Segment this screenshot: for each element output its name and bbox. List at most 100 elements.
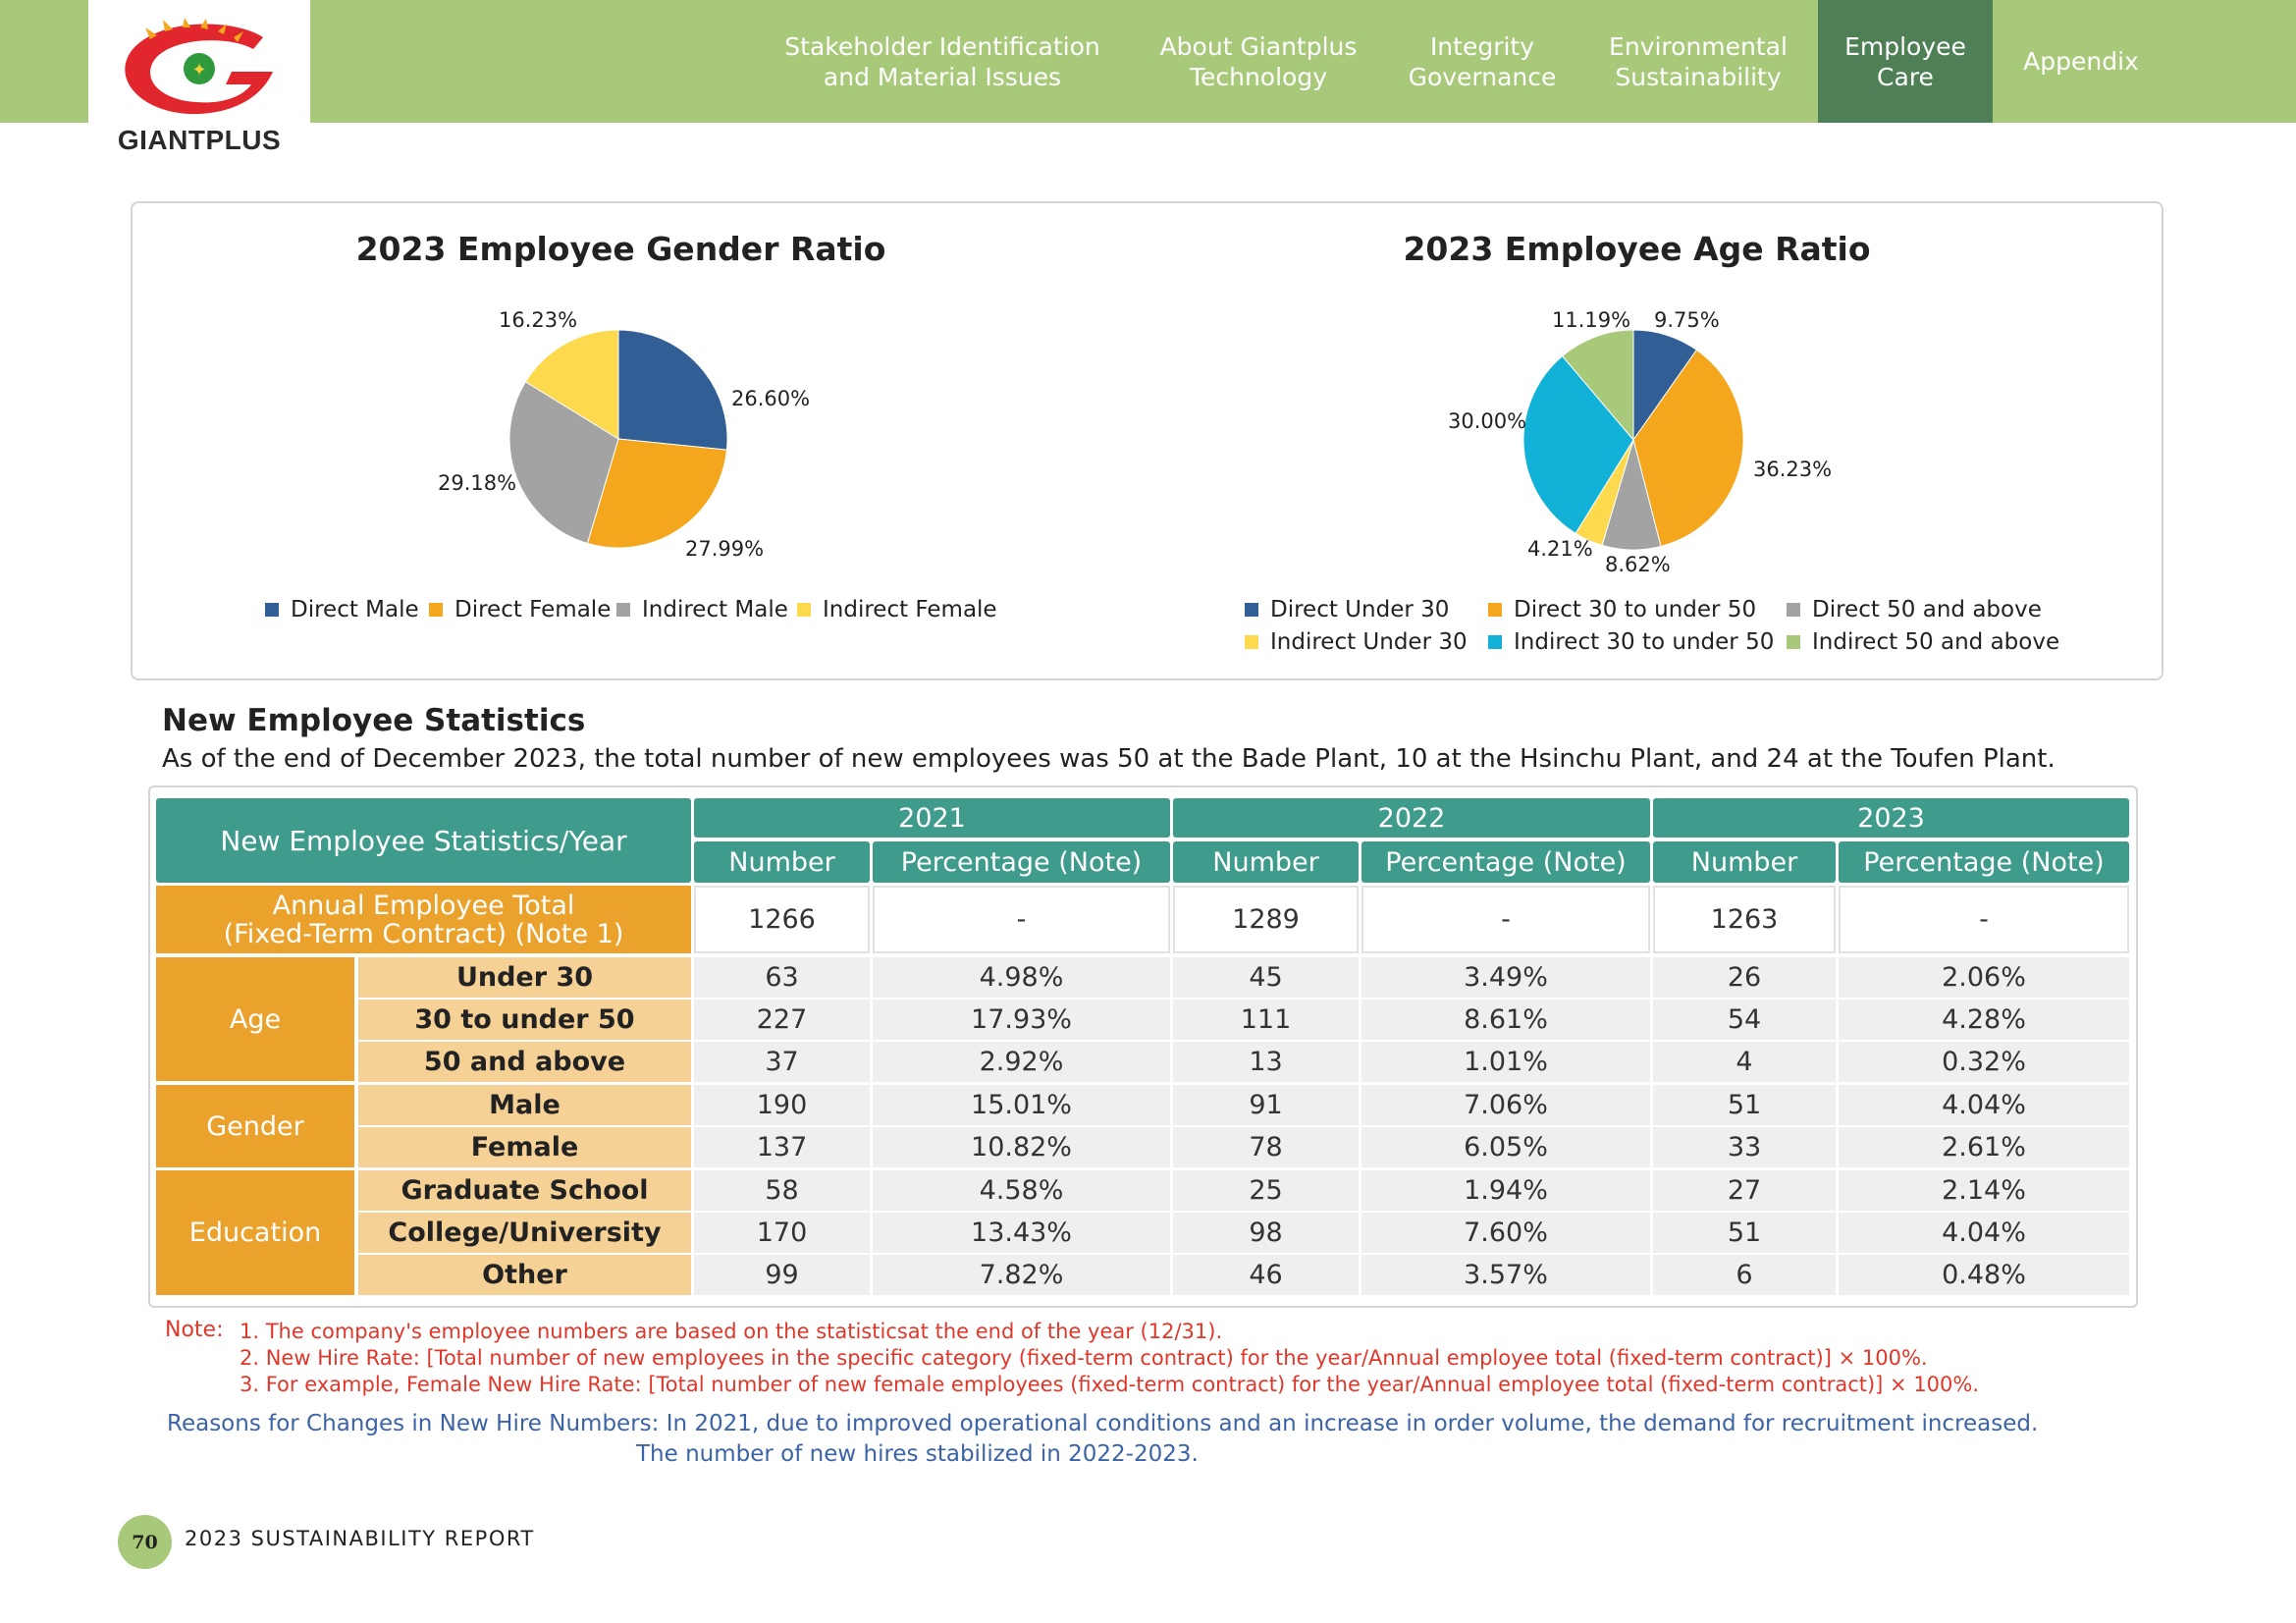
table-cell: 3.57% <box>1362 1255 1650 1295</box>
nav-about[interactable]: About Giantplus Technology <box>1139 0 1378 123</box>
legend-item: Direct Male <box>265 597 419 622</box>
note-item: 3. For example, Female New Hire Rate: [T… <box>240 1373 1980 1396</box>
legend-label: Direct 30 to under 50 <box>1514 597 1757 622</box>
reason-text: Reasons for Changes in New Hire Numbers:… <box>167 1411 2039 1436</box>
section-heading: New Employee Statistics <box>162 703 586 738</box>
table-cell: 1.01% <box>1362 1042 1650 1082</box>
table-cell: 8.61% <box>1362 1000 1650 1040</box>
nav-line: Employee <box>1844 31 1966 61</box>
logo[interactable]: ✦ GIANTPLUS <box>88 0 310 162</box>
nav-line: About Giantplus <box>1159 31 1358 61</box>
legend-swatch <box>429 603 443 617</box>
table-cell: 4.28% <box>1839 1000 2129 1040</box>
table-cell: 2.14% <box>1839 1170 2129 1211</box>
col-header-number: Number <box>1173 841 1359 883</box>
table-cell: 51 <box>1653 1085 1836 1125</box>
table-cell: - <box>1362 886 1650 953</box>
gender-pie-chart <box>508 329 728 549</box>
age-chart-title: 2023 Employee Age Ratio <box>1403 230 1871 268</box>
reason-text: The number of new hires stabilized in 20… <box>636 1441 1199 1467</box>
table-cell: 15.01% <box>873 1085 1170 1125</box>
col-header-percentage: Percentage (Note) <box>873 841 1170 883</box>
table-cell: 13 <box>1173 1042 1359 1082</box>
table-cell: 0.32% <box>1839 1042 2129 1082</box>
pie-label: 26.60% <box>731 387 811 410</box>
nav-line: and Material Issues <box>823 62 1062 91</box>
footer-report-title: 2023 SUSTAINABILITY REPORT <box>185 1527 535 1550</box>
year-header: 2021 <box>694 798 1170 838</box>
legend-item: Direct 30 to under 50 <box>1488 597 1756 622</box>
legend-label: Indirect 50 and above <box>1812 629 2060 655</box>
table-cell: 7.60% <box>1362 1213 1650 1253</box>
giantplus-logo-icon: ✦ <box>125 18 273 115</box>
year-header: 2022 <box>1173 798 1650 838</box>
row-label: Male <box>358 1085 691 1125</box>
row-label: Female <box>358 1127 691 1167</box>
pie-label: 4.21% <box>1527 537 1593 561</box>
table-cell: 4.04% <box>1839 1213 2129 1253</box>
table-cell: 137 <box>694 1127 870 1167</box>
nav-stakeholder[interactable]: Stakeholder Identification and Material I… <box>771 0 1114 123</box>
total-row-label: Annual Employee Total (Fixed-Term Contra… <box>156 886 691 953</box>
table-cell: 227 <box>694 1000 870 1040</box>
total-label-line: (Fixed-Term Contract) (Note 1) <box>223 918 624 949</box>
pie-label: 9.75% <box>1654 308 1720 332</box>
legend-swatch <box>1787 603 1800 617</box>
legend-item: Indirect Under 30 <box>1245 629 1468 655</box>
legend-item: Indirect 30 to under 50 <box>1488 629 1774 655</box>
row-label: Graduate School <box>358 1170 691 1211</box>
legend-item: Direct 50 and above <box>1787 597 2042 622</box>
nav-appendix[interactable]: Appendix <box>2002 0 2160 123</box>
group-gender: Gender <box>156 1085 354 1167</box>
table-cell: 4.58% <box>873 1170 1170 1211</box>
table-cell: 111 <box>1173 1000 1359 1040</box>
legend-label: Indirect 30 to under 50 <box>1514 629 1775 655</box>
table-cell: 1266 <box>694 886 870 953</box>
note-label: Note: <box>165 1318 224 1342</box>
nav-line: Technology <box>1189 62 1328 91</box>
table-cell: - <box>1839 886 2129 953</box>
table-cell: 91 <box>1173 1085 1359 1125</box>
table-cell: 33 <box>1653 1127 1836 1167</box>
table-cell: 99 <box>694 1255 870 1295</box>
nav-line: Governance <box>1408 62 1557 91</box>
legend-item: Indirect Female <box>797 597 997 622</box>
legend-swatch <box>1488 635 1502 649</box>
group-age: Age <box>156 957 354 1081</box>
section-description: As of the end of December 2023, the tota… <box>162 744 2056 774</box>
nav-integrity[interactable]: Integrity Governance <box>1394 0 1571 123</box>
legend-item: Indirect Male <box>616 597 788 622</box>
legend-swatch <box>616 603 630 617</box>
nav-employee-care[interactable]: Employee Care <box>1818 0 1993 123</box>
table-cell: 1.94% <box>1362 1170 1650 1211</box>
row-label: 30 to under 50 <box>358 1000 691 1040</box>
legend-label: Direct Female <box>454 597 612 622</box>
year-header: 2023 <box>1653 798 2129 838</box>
table-cell: 46 <box>1173 1255 1359 1295</box>
legend-item: Direct Under 30 <box>1245 597 1449 622</box>
row-label: Under 30 <box>358 957 691 998</box>
table-cell: 6.05% <box>1362 1127 1650 1167</box>
table-cell: 2.92% <box>873 1042 1170 1082</box>
table-cell: 45 <box>1173 957 1359 998</box>
legend-swatch <box>1245 635 1258 649</box>
nav-line: Appendix <box>2023 47 2139 76</box>
legend-swatch <box>1245 603 1258 617</box>
pie-label: 29.18% <box>438 471 517 495</box>
table-cell: 2.06% <box>1839 957 2129 998</box>
legend-item: Indirect 50 and above <box>1787 629 2059 655</box>
note-item: 1. The company's employee numbers are ba… <box>240 1320 1223 1343</box>
table-cell: 4.04% <box>1839 1085 2129 1125</box>
table-cell: 13.43% <box>873 1213 1170 1253</box>
legend-item: Direct Female <box>429 597 611 622</box>
nav-line: Integrity <box>1429 31 1535 61</box>
row-label: Other <box>358 1255 691 1295</box>
nav-line: Stakeholder Identification <box>784 31 1100 61</box>
table-cell: 7.06% <box>1362 1085 1650 1125</box>
legend-swatch <box>1488 603 1502 617</box>
table-cell: 58 <box>694 1170 870 1211</box>
table-cell: 63 <box>694 957 870 998</box>
table-cell: 2.61% <box>1839 1127 2129 1167</box>
nav-environmental[interactable]: Environmental Sustainability <box>1590 0 1806 123</box>
pie-slice-direct-male <box>617 329 728 451</box>
